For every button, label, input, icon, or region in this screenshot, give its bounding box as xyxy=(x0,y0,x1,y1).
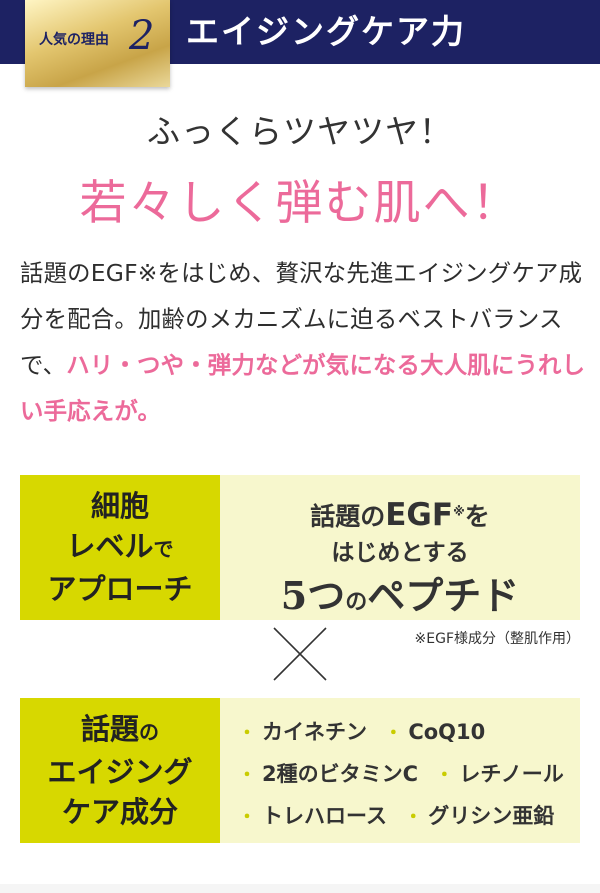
ingredient-name: レチノール xyxy=(459,762,564,786)
label-line: エイジング xyxy=(47,755,193,789)
body-highlight: ハリ・つや・弾力などが気になる大人肌にうれしい手応えが。 xyxy=(20,351,586,425)
egf-line: はじめとする xyxy=(331,540,469,566)
reason-badge-number: 2 xyxy=(129,13,155,59)
label-text: 話題 xyxy=(80,712,139,746)
label-line: 細胞 xyxy=(90,489,149,523)
bullet-icon: ・ xyxy=(404,807,423,828)
egf-text: を xyxy=(464,502,490,531)
egf-footnote-mark: ※ xyxy=(453,504,465,519)
ingredient-list: ・カイネチン ・ CoQ10 ・ 2種のビタミンC ・レチノール ・トレハロース ・… xyxy=(238,712,578,838)
body-paragraph: 話題のEGF※をはじめ、贅沢な先進エイジングケア成分を配合。加齢のメカニズムに迫… xyxy=(20,250,586,434)
list-item: ・グリシン亜鉛 xyxy=(404,796,554,838)
peptide-line: 5つのペプチド xyxy=(220,565,580,620)
ingredient-name: カイネチン xyxy=(262,720,367,744)
footnote: ※EGF様成分（整肌作用） xyxy=(414,631,580,647)
label-text: で xyxy=(153,537,174,561)
cell-approach-label-panel: 細胞 レベルで アプローチ xyxy=(20,475,220,620)
cell-approach-label: 細胞 レベルで アプローチ xyxy=(47,486,192,609)
aging-care-label: 話題の エイジング ケア成分 xyxy=(47,709,192,832)
section-title: エイジングケア力 xyxy=(186,12,466,51)
ingredient-name: 2種のビタミンC xyxy=(262,762,419,786)
footer-divider xyxy=(0,884,600,893)
label-line: レベルで xyxy=(47,526,192,569)
peptide-text: ペプチド xyxy=(367,573,520,618)
egf-line: 話題のEGF※を xyxy=(220,497,580,533)
peptide-panel: 話題のEGF※を はじめとする 5つのペプチド xyxy=(220,475,580,620)
ingredient-name: グリシン亜鉛 xyxy=(428,804,555,828)
label-line: アプローチ xyxy=(47,572,193,606)
bullet-icon: ・ xyxy=(435,765,454,786)
bullet-icon: ・ xyxy=(238,723,256,744)
ingredient-name: トレハロース xyxy=(262,804,387,828)
label-line: ケア成分 xyxy=(61,795,178,829)
list-item: ・トレハロース xyxy=(238,796,387,838)
egf-text: EGF xyxy=(385,497,454,533)
label-text: の xyxy=(139,720,159,744)
ingredients-panel: ・カイネチン ・ CoQ10 ・ 2種のビタミンC ・レチノール ・トレハロース ・… xyxy=(220,698,580,843)
reason-badge-label: 人気の理由 xyxy=(39,32,109,48)
reason-badge: 人気の理由 2 xyxy=(25,0,170,87)
list-item: ・レチノール xyxy=(435,754,563,796)
multiply-icon xyxy=(273,627,327,681)
bullet-icon: ・ xyxy=(238,807,256,828)
list-item: ・ CoQ10 xyxy=(384,712,485,754)
ingredient-name: CoQ10 xyxy=(408,720,486,744)
bullet-icon: ・ xyxy=(238,765,256,786)
list-item: ・ 2種のビタミンC xyxy=(238,754,418,796)
peptide-text: の xyxy=(345,589,368,615)
aging-care-label-panel: 話題の エイジング ケア成分 xyxy=(20,698,220,843)
list-item: ・カイネチン xyxy=(238,712,367,754)
headline: 若々しく弾む肌へ！ xyxy=(79,176,521,231)
egf-text: 話題の xyxy=(310,502,386,531)
label-line: 話題の xyxy=(47,709,192,752)
label-text: レベル xyxy=(66,529,154,563)
peptide-text: 5つ xyxy=(280,573,346,618)
subheading: ふっくらツヤツヤ！ xyxy=(147,112,453,151)
bullet-icon: ・ xyxy=(384,723,403,744)
